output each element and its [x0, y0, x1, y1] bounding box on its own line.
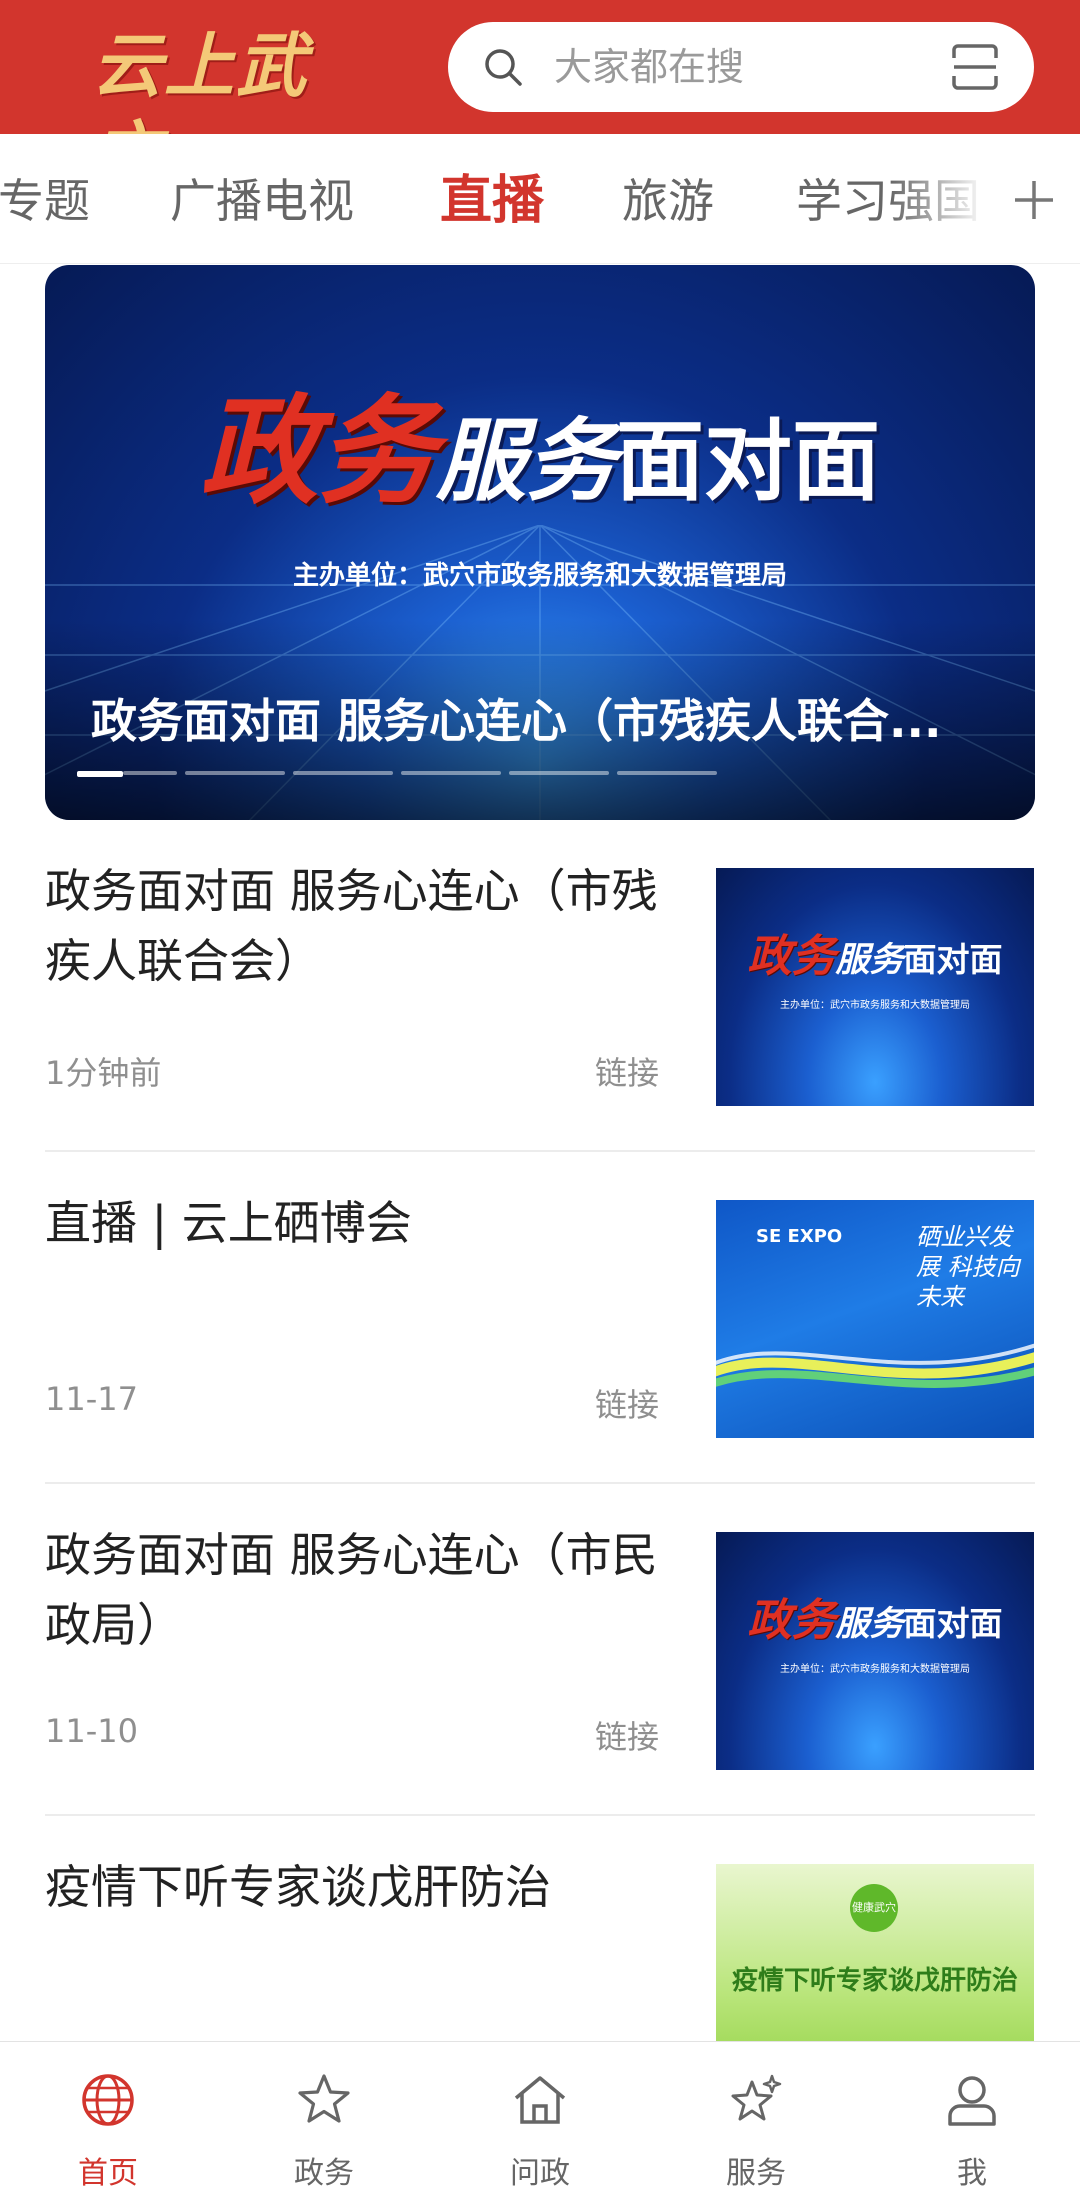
- banner-caption[interactable]: 政务面对面 服务心连心（市残疾人联合...: [91, 685, 1011, 751]
- add-channel-button[interactable]: [990, 134, 1080, 263]
- nav-label: 问政: [510, 2156, 570, 2191]
- carousel-dot: [617, 771, 717, 775]
- thumb-title-serif: 服务: [835, 1604, 904, 1644]
- news-title: 直播 | 云上硒博会: [45, 1196, 412, 1250]
- banner-organizer: 主办单位：武穴市政务服务和大数据管理局: [292, 561, 787, 591]
- carousel-dot: [293, 771, 393, 775]
- tab-travel[interactable]: 旅游: [622, 134, 714, 263]
- tab-broadcast-tv[interactable]: 广播电视: [170, 134, 354, 263]
- star-icon: [298, 2074, 350, 2123]
- plus-icon: [1015, 181, 1053, 219]
- thumb-title-red: 政务: [747, 1595, 836, 1646]
- thumb-organizer: 主办单位：武穴市政务服务和大数据管理局: [780, 1664, 970, 1675]
- news-time: 11-10: [45, 1712, 138, 1750]
- user-icon: [948, 2076, 996, 2126]
- nav-government[interactable]: 政务: [216, 2042, 432, 2191]
- carousel-dot-active: [77, 771, 123, 777]
- thumb-title: 疫情下听专家谈戊肝防治: [731, 1966, 1018, 1996]
- carousel-dot: [123, 771, 177, 775]
- tab-topics[interactable]: 专题: [0, 134, 90, 263]
- app-logo[interactable]: 云上武穴: [92, 22, 362, 195]
- news-title: 政务面对面 服务心连心（市残疾人联合会）: [45, 864, 658, 988]
- nav-home[interactable]: 首页: [0, 2042, 216, 2191]
- carousel-dot: [185, 771, 285, 775]
- search-placeholder: 大家都在搜: [554, 45, 745, 89]
- news-type: 链接: [595, 1054, 660, 1092]
- health-badge: 健康武穴: [850, 1884, 898, 1932]
- news-item[interactable]: 政务面对面 服务心连心（市残疾人联合会） 1分钟前 链接 政务服务面对面 主办单…: [45, 820, 1035, 1152]
- news-thumbnail: 政务服务面对面 主办单位：武穴市政务服务和大数据管理局: [716, 1532, 1034, 1770]
- nav-label: 首页: [78, 2156, 138, 2191]
- banner-carousel[interactable]: 政务服务面对面 主办单位：武穴市政务服务和大数据管理局 政务面对面 服务心连心（…: [45, 265, 1035, 820]
- carousel-dot: [509, 771, 609, 775]
- sparkle-star-icon: [731, 2074, 782, 2121]
- expo-slogan: 硒业兴发展 科技向未来: [916, 1223, 1020, 1311]
- bottom-navigation: 首页 政务 问政 服务 我: [0, 2041, 1080, 2191]
- nav-me[interactable]: 我: [864, 2042, 1080, 2191]
- banner-title-red: 政务: [199, 381, 436, 520]
- scan-icon[interactable]: [950, 42, 1000, 92]
- news-time: 1分钟前: [45, 1054, 162, 1092]
- news-title: 疫情下听专家谈戊肝防治: [45, 1860, 551, 1914]
- wave-decoration: [716, 1343, 1034, 1388]
- nav-label: 服务: [726, 2156, 786, 2191]
- news-thumbnail: 政务服务面对面 主办单位：武穴市政务服务和大数据管理局: [716, 868, 1034, 1106]
- news-item[interactable]: 政务面对面 服务心连心（市民政局） 11-10 链接 政务服务面对面 主办单位：…: [45, 1484, 1035, 1816]
- app-header: 云上武穴 大家都在搜: [0, 0, 1080, 195]
- banner-title-white: 面对面: [616, 410, 881, 513]
- tab-live[interactable]: 直播: [440, 134, 544, 263]
- carousel-indicator: [77, 771, 1027, 777]
- thumb-title-white: 面对面: [903, 940, 1003, 979]
- expo-brand: SE EXPO: [756, 1226, 843, 1247]
- search-icon: [485, 49, 522, 86]
- news-type: 链接: [595, 1386, 660, 1424]
- home-icon: [514, 2076, 566, 2124]
- news-type: 链接: [595, 1718, 660, 1756]
- thumb-title-red: 政务: [747, 931, 836, 982]
- thumb-organizer: 主办单位：武穴市政务服务和大数据管理局: [780, 1000, 970, 1011]
- channel-tabs: 专题 广播电视 直播 旅游 学习强国: [0, 134, 1080, 264]
- banner-title: 政务服务面对面: [45, 355, 1035, 526]
- news-time: 11-17: [45, 1380, 138, 1418]
- news-item[interactable]: 直播 | 云上硒博会 11-17 链接 SE EXPO 硒业兴发展 科技向未来: [45, 1152, 1035, 1484]
- nav-inquiry[interactable]: 问政: [432, 2042, 648, 2191]
- nav-label: 政务: [294, 2156, 354, 2191]
- globe-icon: [82, 2074, 134, 2126]
- thumb-title-white: 面对面: [903, 1604, 1003, 1643]
- carousel-dot: [401, 771, 501, 775]
- news-title: 政务面对面 服务心连心（市民政局）: [45, 1528, 658, 1652]
- banner-title-serif: 服务: [436, 408, 616, 514]
- news-thumbnail: SE EXPO 硒业兴发展 科技向未来: [716, 1200, 1034, 1438]
- nav-label: 我: [957, 2156, 987, 2191]
- search-bar[interactable]: 大家都在搜: [448, 22, 1034, 112]
- nav-services[interactable]: 服务: [648, 2042, 864, 2191]
- thumb-title-serif: 服务: [835, 940, 904, 980]
